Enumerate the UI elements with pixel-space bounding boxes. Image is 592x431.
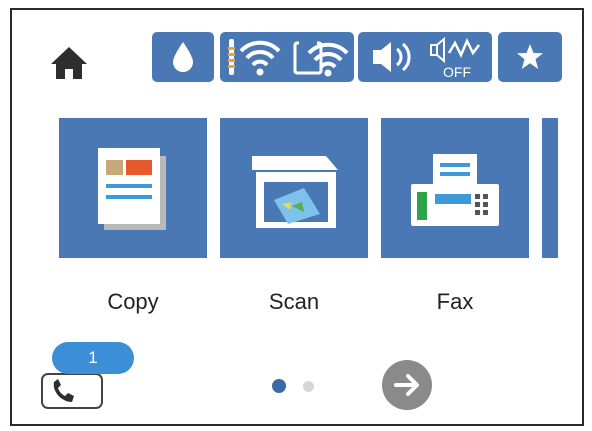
speaker-icon [373,42,411,72]
copy-icon [98,148,166,230]
ink-levels-button[interactable] [152,32,214,82]
copy-label: Copy [107,289,159,314]
svg-text:OFF: OFF [443,64,471,79]
fax-icon [411,154,499,226]
home-icon [51,47,87,79]
wifi-direct-icon [293,39,349,77]
page-indicator-next [303,381,314,392]
wifi-icon [228,39,281,76]
quiet-mode-off-icon: OFF [430,36,480,79]
fax-label: Fax [436,289,474,314]
favorites-button[interactable] [498,32,562,82]
network-status-button[interactable] [220,32,354,82]
fax-tile[interactable] [381,118,529,258]
scan-label: Scan [268,289,320,314]
ink-drop-icon [173,42,193,72]
printer-panel: OFF Copy Scan Fax 1 [10,8,584,426]
scan-icon [252,156,338,228]
arrow-right-icon [394,374,419,396]
scan-tile[interactable] [220,118,368,258]
star-icon [517,44,543,69]
job-count-badge: 1 [52,342,134,374]
page-indicator-current [272,379,286,393]
copy-tile[interactable] [59,118,207,258]
next-tile-partial[interactable] [542,118,558,258]
home-button[interactable] [46,43,92,83]
sound-settings-button[interactable]: OFF [358,32,492,82]
next-page-button[interactable] [382,360,432,410]
